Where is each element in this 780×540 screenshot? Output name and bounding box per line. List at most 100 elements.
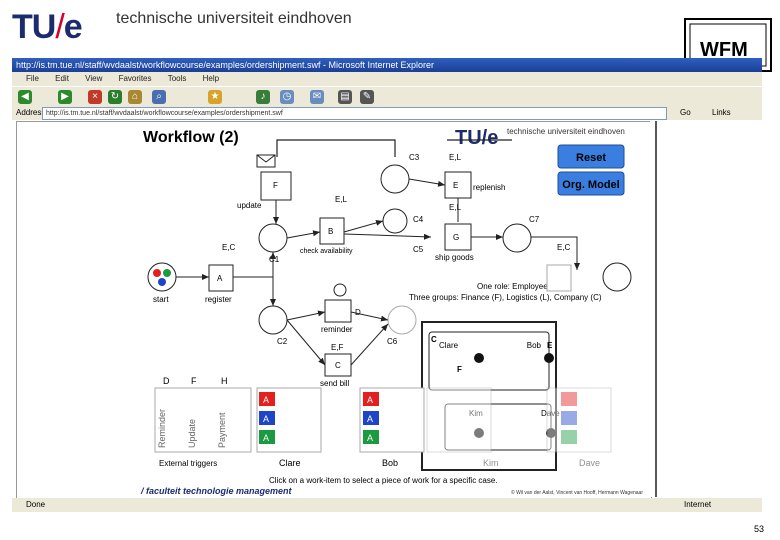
inner-tue-logo: TU/e [455, 127, 498, 149]
svg-text:F: F [191, 376, 197, 386]
stop-icon[interactable]: × [88, 90, 102, 104]
browser-toolbar: ◀ ▶ × ↻ ⌂ ⌕ ★ ♪ ◷ ✉ ▤ ✎ [12, 86, 762, 107]
print-icon[interactable]: ▤ [338, 90, 352, 104]
menu-view[interactable]: View [85, 74, 102, 83]
worklist-kim: Kim [426, 387, 499, 468]
place-c2 [258, 305, 288, 335]
status-zone: Internet [684, 500, 712, 509]
clock-icon [333, 283, 347, 297]
forward-icon[interactable]: ▶ [58, 90, 72, 104]
svg-text:A: A [367, 433, 373, 443]
place-end [602, 262, 632, 292]
svg-text:E,L: E,L [335, 195, 348, 204]
menu-edit[interactable]: Edit [55, 74, 69, 83]
label-update: update [237, 201, 262, 210]
svg-text:C4: C4 [413, 215, 424, 224]
address-input[interactable]: http://is.tm.tue.nl/staff/wvdaalst/workf… [42, 107, 667, 120]
workflow-canvas: Workflow (2) TU/e technische universitei… [16, 121, 652, 499]
faculty-label: / faculteit technologie management [140, 486, 293, 496]
back-icon[interactable]: ◀ [18, 90, 32, 104]
home-icon[interactable]: ⌂ [128, 90, 142, 104]
side-area [650, 121, 762, 497]
svg-text:A: A [263, 395, 269, 405]
label-reminder: reminder [321, 325, 353, 334]
svg-text:C3: C3 [409, 153, 420, 162]
svg-text:C: C [335, 361, 341, 370]
inner-university: technische universiteit eindhoven [507, 127, 625, 136]
trigger-payment[interactable]: Payment [217, 412, 227, 448]
svg-text:G: G [453, 233, 459, 242]
instruction-text: Click on a work-item to select a piece o… [269, 476, 498, 485]
history-icon[interactable]: ◷ [280, 90, 294, 104]
reset-label: Reset [576, 152, 606, 164]
place-c6 [387, 305, 417, 335]
edit-icon[interactable]: ✎ [360, 90, 374, 104]
svg-text:A: A [217, 274, 223, 283]
svg-text:C2: C2 [277, 337, 288, 346]
status-left: Done [26, 500, 46, 509]
address-label: Address [16, 108, 46, 117]
media-icon[interactable]: ♪ [256, 90, 270, 104]
svg-text:F: F [273, 181, 278, 190]
transition-archive[interactable] [546, 264, 572, 292]
svg-text:A: A [263, 433, 269, 443]
menu-help[interactable]: Help [203, 74, 219, 83]
menu-favorites[interactable]: Favorites [119, 74, 152, 83]
svg-text:C6: C6 [387, 337, 398, 346]
place-c4 [382, 208, 408, 234]
triggers-panel [154, 387, 252, 453]
svg-text:A: A [367, 395, 373, 405]
svg-text:E,C: E,C [557, 243, 571, 252]
svg-text:C5: C5 [413, 245, 424, 254]
menu-file[interactable]: File [26, 74, 39, 83]
copyright: © Wil van der Aalst, Vincent van Hooff, … [511, 489, 643, 496]
browser-title-bar: http://is.tm.tue.nl/staff/wvdaalst/workf… [12, 58, 762, 72]
address-bar: Address http://is.tm.tue.nl/staff/wvdaal… [12, 106, 762, 120]
trigger-update[interactable]: Update [187, 419, 197, 448]
label-external-triggers: External triggers [159, 459, 217, 468]
svg-text:E: E [547, 341, 553, 350]
svg-text:Kim: Kim [483, 458, 499, 468]
svg-text:A: A [263, 414, 269, 424]
worklist-clare: A A A Clare [256, 387, 322, 468]
university-name: technische universiteit eindhoven [116, 10, 352, 27]
svg-text:A: A [367, 414, 373, 424]
mail-icon[interactable]: ✉ [310, 90, 324, 104]
svg-text:Clare: Clare [279, 458, 301, 468]
svg-text:Bob: Bob [527, 341, 542, 350]
place-c7 [502, 223, 532, 253]
svg-text:Bob: Bob [382, 458, 398, 468]
transition-reminder[interactable] [324, 299, 352, 323]
svg-text:D: D [163, 376, 170, 386]
menu-tools[interactable]: Tools [168, 74, 187, 83]
svg-text:B: B [328, 227, 333, 236]
worklist-bob: A A A Bob [359, 387, 425, 468]
svg-text:Dave: Dave [579, 458, 600, 468]
svg-text:E,L: E,L [449, 153, 462, 162]
svg-text:C1: C1 [269, 255, 280, 264]
label-replenish: replenish [473, 183, 505, 192]
clare-resource[interactable] [474, 353, 484, 363]
workflow-title: Workflow (2) [143, 129, 239, 146]
svg-text:F: F [457, 365, 462, 374]
label-check-availability: check availability [300, 248, 353, 255]
svg-text:E,F: E,F [331, 343, 344, 352]
search-icon[interactable]: ⌕ [152, 90, 166, 104]
trigger-reminder[interactable]: Reminder [157, 409, 167, 448]
top-loop-arc [276, 139, 396, 157]
label-start: start [153, 295, 169, 304]
browser-menu-bar: File Edit View Favorites Tools Help [12, 72, 762, 86]
label-ship-goods: ship goods [435, 253, 474, 262]
label-register: register [205, 295, 232, 304]
place-c3 [380, 164, 410, 194]
svg-text:E,C: E,C [222, 243, 236, 252]
svg-text:E,L: E,L [449, 203, 462, 212]
place-c1 [258, 223, 288, 253]
favorites-icon[interactable]: ★ [208, 90, 222, 104]
tue-logo: TU/e [12, 8, 83, 46]
go-button[interactable]: Go [680, 106, 691, 120]
refresh-icon[interactable]: ↻ [108, 90, 122, 104]
links-label[interactable]: Links [712, 106, 731, 120]
roles-line-2: Three groups: Finance (F), Logistics (L)… [409, 293, 602, 302]
bob-resource[interactable] [544, 353, 554, 363]
